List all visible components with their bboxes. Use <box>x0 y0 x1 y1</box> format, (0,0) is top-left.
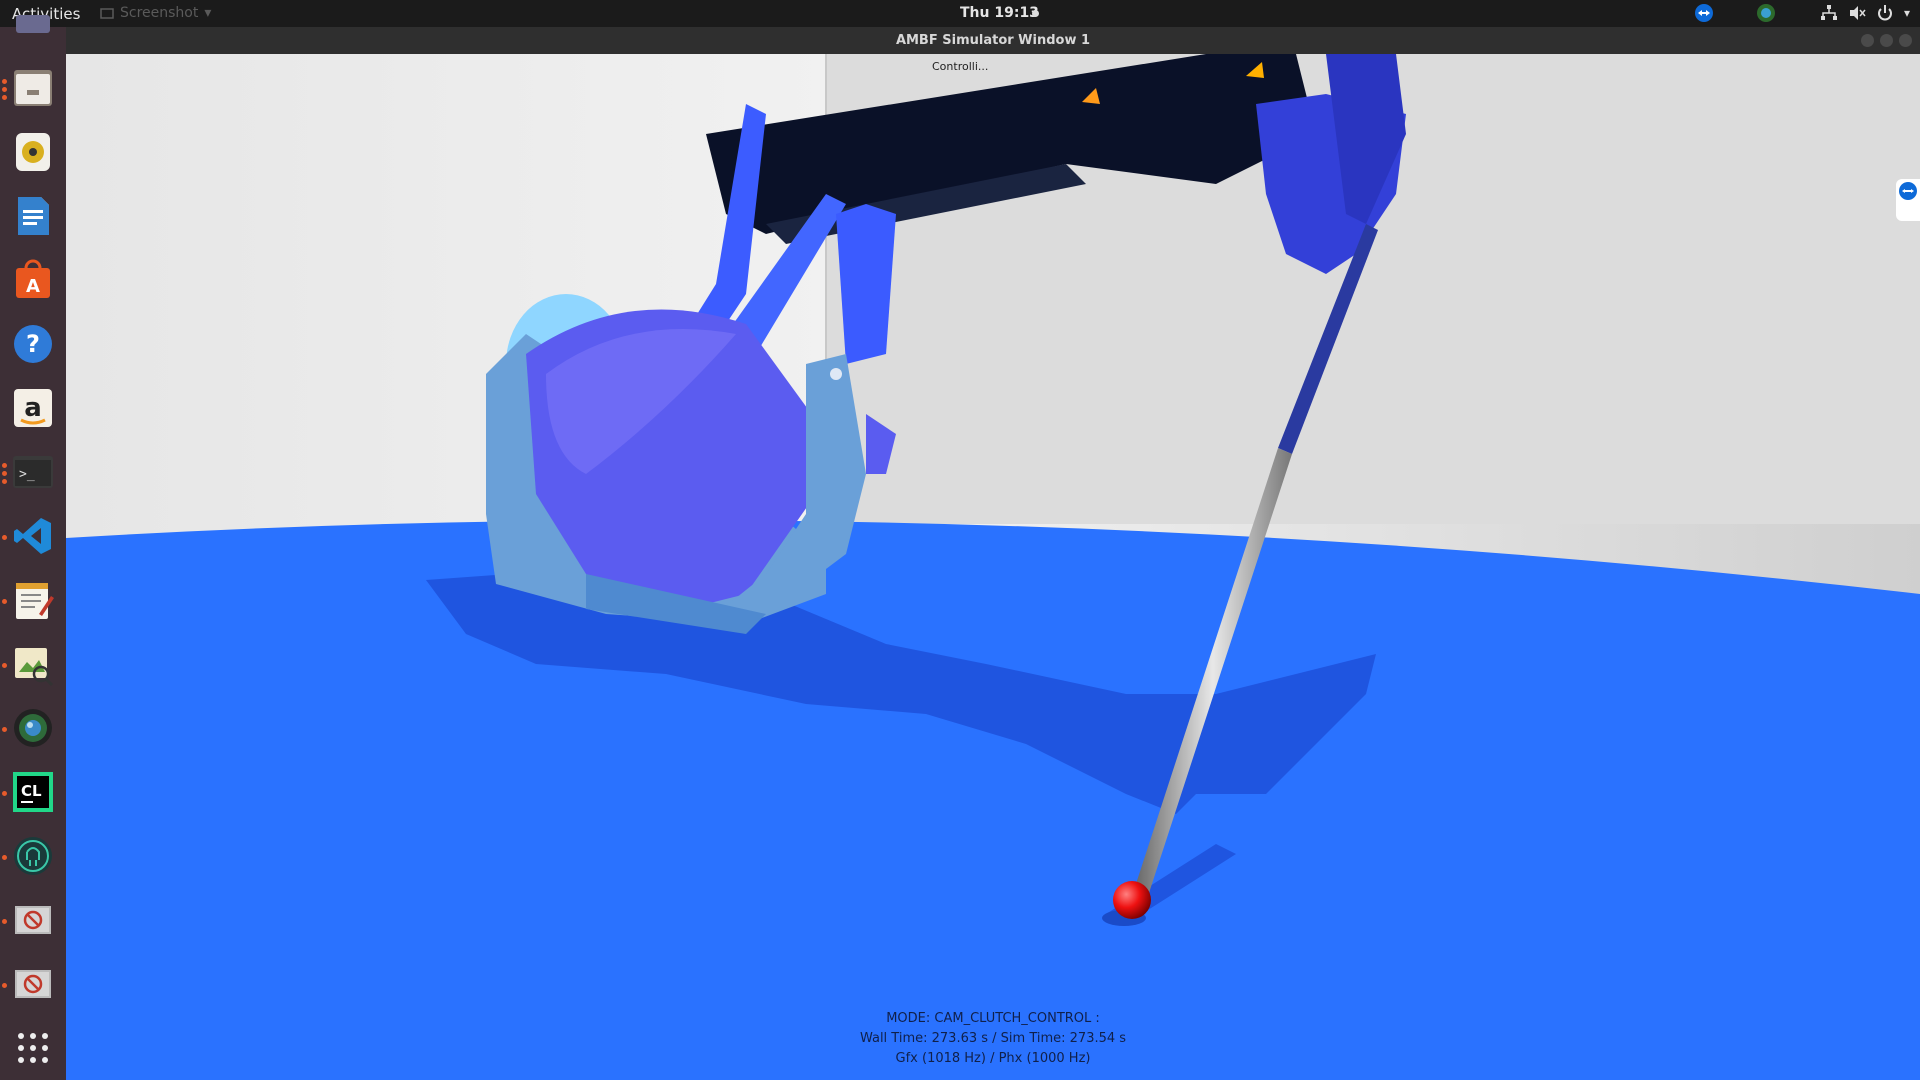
app-menu[interactable]: Screenshot ▾ <box>100 5 211 21</box>
software-center-icon[interactable]: A <box>8 255 58 305</box>
bracket-hole <box>830 368 842 380</box>
show-apps-icon[interactable] <box>8 1023 58 1073</box>
minimize-button[interactable] <box>1861 34 1874 47</box>
window-title: AMBF Simulator Window 1 <box>895 33 1091 48</box>
rhythmbox-icon[interactable] <box>8 127 58 177</box>
notification-dot <box>1032 10 1039 17</box>
maximize-button[interactable] <box>1880 34 1893 47</box>
power-icon[interactable] <box>1876 4 1894 22</box>
network-icon[interactable] <box>1820 4 1838 22</box>
controller-label: Controlli... <box>932 60 989 73</box>
window-title-bar[interactable]: AMBF Simulator Window 1 <box>66 27 1920 54</box>
clion-icon[interactable]: CL <box>8 767 58 817</box>
tool-tip-ball <box>1113 881 1151 919</box>
teamviewer-icon[interactable] <box>1694 3 1714 23</box>
gitkraken-icon[interactable] <box>8 831 58 881</box>
dock: A ? a >_ CL <box>0 15 66 1080</box>
blocked-app-icon[interactable] <box>8 895 58 945</box>
text-editor-icon[interactable] <box>8 575 58 625</box>
system-tray: ▾ <box>1694 3 1910 23</box>
terminal-icon[interactable]: >_ <box>8 447 58 497</box>
svg-text:A: A <box>26 276 40 297</box>
close-button[interactable] <box>1899 34 1912 47</box>
amazon-icon[interactable]: a <box>8 383 58 433</box>
globe-icon[interactable] <box>1756 3 1776 23</box>
volume-muted-icon[interactable] <box>1848 4 1866 22</box>
blue-link-3 <box>836 204 896 364</box>
simulation-viewport[interactable]: Controlli... MODE: CAM_CLUTCH_CONTROL : … <box>66 54 1920 1080</box>
hud-time: Wall Time: 273.63 s / Sim Time: 273.54 s <box>859 1031 1127 1046</box>
system-menu-chevron-icon[interactable]: ▾ <box>1904 6 1910 20</box>
dock-scrolled-item[interactable] <box>8 15 58 37</box>
simulation-hud: MODE: CAM_CLUTCH_CONTROL : Wall Time: 27… <box>66 1009 1920 1069</box>
svg-text:a: a <box>24 393 42 423</box>
camera-icon[interactable] <box>8 703 58 753</box>
scene-render <box>66 54 1920 1080</box>
svg-text:>_: >_ <box>19 467 35 482</box>
files-icon[interactable] <box>8 63 58 113</box>
app-menu-label: Screenshot <box>120 5 199 21</box>
hud-rates: Gfx (1018 Hz) / Phx (1000 Hz) <box>895 1051 1091 1066</box>
vscode-icon[interactable] <box>8 511 58 561</box>
writer-icon[interactable] <box>8 191 58 241</box>
svg-text:CL: CL <box>21 782 42 800</box>
image-viewer-icon[interactable] <box>8 639 58 689</box>
svg-text:?: ? <box>26 330 40 358</box>
hud-mode: MODE: CAM_CLUTCH_CONTROL : <box>886 1011 1100 1026</box>
clock[interactable]: Thu 19:13 <box>960 5 1039 21</box>
teamviewer-side-tab[interactable] <box>1896 179 1920 221</box>
blocked-app-icon-2[interactable] <box>8 959 58 1009</box>
chevron-down-icon: ▾ <box>204 5 212 21</box>
screenshot-app-icon <box>100 8 114 19</box>
floor <box>66 520 1920 1080</box>
top-bar: Activities Screenshot ▾ Thu 19:13 ▾ <box>0 0 1920 27</box>
help-icon[interactable]: ? <box>8 319 58 369</box>
teamviewer-tab-icon <box>1899 182 1917 200</box>
